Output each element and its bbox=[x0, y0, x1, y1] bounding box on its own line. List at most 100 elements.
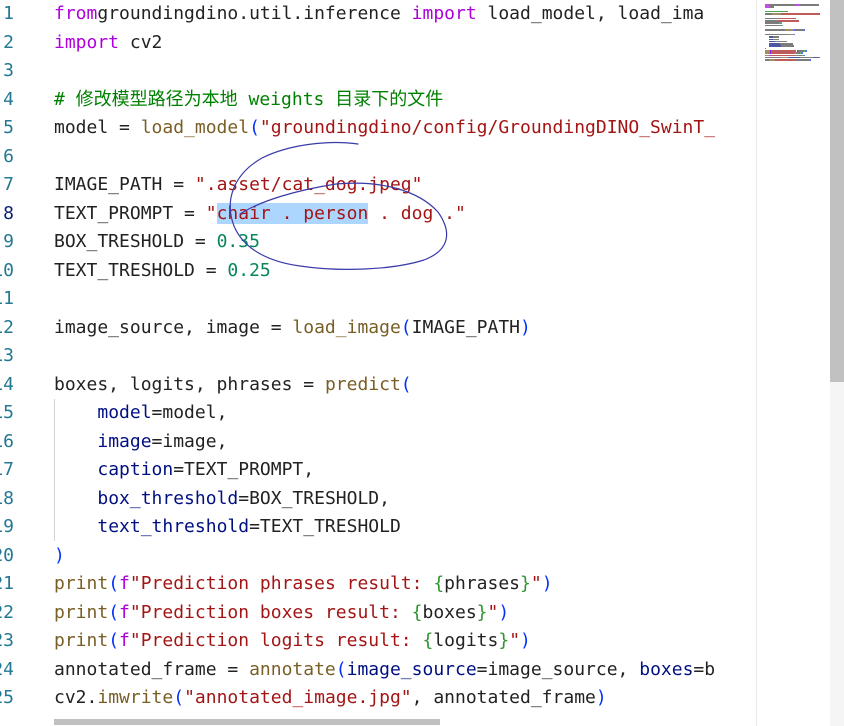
code-token: ( bbox=[400, 316, 412, 338]
code-token: load_model bbox=[140, 117, 250, 138]
line-number: 20 bbox=[0, 544, 14, 566]
line-number: 10 bbox=[0, 259, 14, 281]
minimap-line bbox=[794, 59, 810, 61]
code-line[interactable]: BOX_TRESHOLD = 0.35 bbox=[54, 228, 260, 257]
horizontal-scrollbar[interactable] bbox=[54, 718, 756, 726]
code-token: ) bbox=[54, 544, 65, 566]
code-token: print bbox=[54, 601, 109, 623]
code-token: imwrite bbox=[97, 687, 174, 708]
minimap-line bbox=[791, 20, 800, 22]
code-token: =image, bbox=[151, 430, 228, 452]
code-token: print bbox=[54, 630, 109, 651]
code-token: cv2 bbox=[119, 31, 163, 53]
code-line[interactable]: # 修改模型路径为本地 weights 目录下的文件 bbox=[54, 86, 443, 115]
code-line[interactable]: annotated_frame = annotate(image_source=… bbox=[54, 656, 715, 685]
line-number-gutter[interactable]: 1234567891011121314151617181920212223242… bbox=[0, 0, 44, 726]
code-line[interactable]: cv2.imwrite("annotated_image.jpg", annot… bbox=[54, 684, 607, 713]
line-number: 24 bbox=[0, 658, 14, 680]
code-token: text_threshold bbox=[97, 516, 250, 537]
code-token: =image_source, bbox=[476, 658, 640, 680]
code-token: ) bbox=[498, 601, 510, 623]
code-line[interactable]: model = load_model("groundingdino/config… bbox=[54, 114, 715, 143]
minimap-line bbox=[768, 45, 782, 47]
minimap-line bbox=[779, 24, 783, 27]
code-token: caption bbox=[97, 459, 174, 480]
line-number: 2 bbox=[3, 31, 14, 53]
minimap-line bbox=[800, 4, 819, 6]
code-token: IMAGE_PATH bbox=[411, 316, 521, 338]
code-line[interactable]: ) bbox=[54, 542, 65, 571]
code-token: =TEXT_PROMPT, bbox=[173, 459, 315, 480]
code-token: IMAGE_PATH = bbox=[54, 174, 195, 195]
code-line[interactable]: model=model, bbox=[54, 399, 227, 428]
code-token: annotated_frame = bbox=[54, 658, 250, 680]
code-token: print bbox=[54, 573, 109, 594]
line-number: 9 bbox=[3, 231, 14, 252]
code-line[interactable]: TEXT_TRESHOLD = 0.25 bbox=[54, 257, 271, 286]
code-line[interactable]: TEXT_PROMPT = "chair . person . dog ." bbox=[54, 200, 466, 229]
code-token: ( bbox=[108, 630, 120, 651]
code-editor[interactable]: 1234567891011121314151617181920212223242… bbox=[0, 0, 756, 726]
code-token: 0.35 bbox=[216, 231, 260, 252]
code-line[interactable]: print(f"Prediction logits result: {logit… bbox=[54, 627, 531, 656]
vertical-scrollbar[interactable] bbox=[830, 0, 844, 726]
minimap-line bbox=[803, 29, 805, 31]
code-token: ( bbox=[400, 373, 412, 395]
code-line[interactable]: box_threshold=BOX_TRESHOLD, bbox=[54, 485, 390, 514]
line-number: 6 bbox=[3, 145, 14, 167]
minimap-line bbox=[784, 29, 794, 31]
code-token: =TEXT_TRESHOLD bbox=[249, 516, 401, 537]
minimap[interactable] bbox=[756, 0, 831, 726]
line-number: 1 bbox=[3, 3, 14, 24]
code-token: boxes bbox=[639, 658, 694, 680]
code-line[interactable]: image_source, image = load_image(IMAGE_P… bbox=[54, 314, 531, 343]
code-line[interactable]: caption=TEXT_PROMPT, bbox=[54, 456, 314, 485]
line-number: 21 bbox=[0, 573, 14, 594]
code-token: ) bbox=[520, 630, 531, 651]
code-token: import bbox=[54, 31, 120, 53]
code-token: model = bbox=[54, 117, 141, 138]
minimap-line bbox=[794, 29, 804, 31]
code-line[interactable]: IMAGE_PATH = ".asset/cat_dog.jpeg" bbox=[54, 171, 422, 200]
code-token: =model, bbox=[151, 402, 228, 423]
code-token: } bbox=[498, 630, 510, 651]
code-token: TEXT_PROMPT = bbox=[54, 202, 206, 224]
line-number: 19 bbox=[0, 516, 14, 537]
code-token: "groundingdino/config/GroundingDINO_Swin… bbox=[259, 117, 716, 138]
code-token: ) bbox=[520, 316, 531, 338]
vertical-scrollbar-thumb[interactable] bbox=[830, 0, 844, 382]
minimap-line bbox=[805, 50, 807, 52]
line-number: 22 bbox=[0, 601, 14, 623]
line-number: 13 bbox=[0, 345, 14, 366]
code-line[interactable]: text_threshold=TEXT_TRESHOLD bbox=[54, 513, 401, 542]
code-line[interactable]: print(f"Prediction boxes result: {boxes}… bbox=[54, 599, 509, 628]
minimap-line bbox=[765, 29, 785, 31]
code-area[interactable]: fromgroundingdino.util.inference import … bbox=[54, 0, 756, 726]
code-token: f bbox=[119, 601, 130, 623]
code-token: logits bbox=[433, 630, 499, 651]
code-token: " bbox=[509, 630, 521, 651]
minimap-line bbox=[765, 13, 773, 15]
code-line[interactable]: fromgroundingdino.util.inference import … bbox=[54, 0, 704, 29]
code-line[interactable]: print(f"Prediction phrases result: {phra… bbox=[54, 570, 553, 599]
code-line[interactable]: boxes, logits, phrases = predict( bbox=[54, 371, 412, 400]
code-token: ( bbox=[108, 573, 120, 594]
code-line[interactable]: image=image, bbox=[54, 428, 227, 457]
line-number: 3 bbox=[3, 60, 14, 81]
code-token: load_image bbox=[292, 316, 401, 338]
code-token: "Prediction logits result: bbox=[129, 630, 423, 651]
code-token: " bbox=[205, 202, 217, 224]
code-token: annotate bbox=[249, 658, 336, 680]
horizontal-scrollbar-thumb[interactable] bbox=[54, 719, 440, 725]
code-line[interactable]: import cv2 bbox=[54, 29, 162, 58]
line-number: 4 bbox=[3, 88, 14, 110]
code-token: } bbox=[476, 601, 488, 623]
code-token: BOX_TRESHOLD = bbox=[54, 231, 217, 252]
code-token: =b bbox=[693, 658, 716, 680]
code-token: model bbox=[97, 402, 152, 423]
code-token: ".asset/cat_dog.jpeg" bbox=[194, 174, 423, 195]
